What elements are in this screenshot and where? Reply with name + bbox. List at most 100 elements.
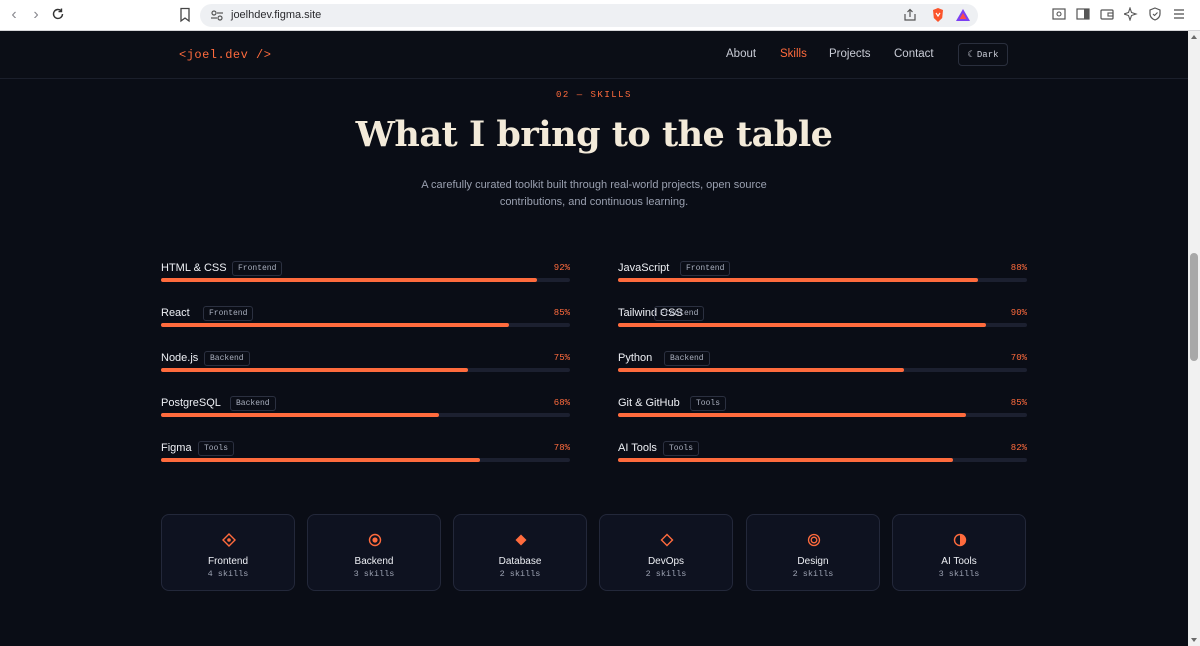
- category-name: AI Tools: [941, 556, 977, 567]
- skill-name: Python: [618, 352, 653, 364]
- diamond-outline-icon: [657, 533, 677, 547]
- category-card[interactable]: AI Tools 3 skills: [892, 514, 1026, 591]
- category-count: 2 skills: [792, 569, 834, 579]
- bullseye-icon: [804, 533, 824, 547]
- page-scrollbar[interactable]: [1188, 31, 1200, 646]
- category-card[interactable]: Frontend 4 skills: [161, 514, 295, 591]
- skill-category-tag: Frontend: [680, 261, 731, 276]
- skill-percent: 85%: [553, 308, 570, 318]
- category-name: Design: [797, 556, 829, 567]
- category-count: 4 skills: [207, 569, 249, 579]
- skill-category-tag: Frontend: [654, 306, 705, 321]
- category-card[interactable]: Design 2 skills: [746, 514, 880, 591]
- skill-category-tag: Tools: [690, 396, 727, 411]
- skill-percent: 75%: [553, 353, 570, 363]
- half-circle-icon: [950, 533, 970, 547]
- site-info-icon[interactable]: [210, 9, 224, 22]
- skill-percent: 85%: [1010, 398, 1027, 408]
- nav-projects[interactable]: Projects: [829, 48, 871, 60]
- category-count: 2 skills: [645, 569, 687, 579]
- category-card[interactable]: DevOps 2 skills: [599, 514, 733, 591]
- skill-progress-track: [161, 278, 570, 282]
- skill-progress-fill: [618, 368, 905, 372]
- skill-progress-fill: [161, 278, 538, 282]
- skill-name: HTML & CSS: [161, 262, 227, 274]
- moon-icon: ☾: [967, 49, 973, 60]
- skill-item: Figma Tools 78%: [161, 441, 570, 476]
- skill-item: PostgreSQL Backend 68%: [161, 396, 570, 431]
- section-eyebrow: 02 — SKILLS: [556, 90, 632, 100]
- skill-item: React Frontend 85%: [161, 306, 570, 341]
- skill-category-tag: Backend: [230, 396, 276, 411]
- skill-percent: 78%: [553, 443, 570, 453]
- scrollbar-thumb[interactable]: [1190, 253, 1198, 361]
- toolbar-icons: [1052, 6, 1186, 22]
- rewards-icon[interactable]: [955, 8, 971, 22]
- sidebar-icon[interactable]: [1076, 7, 1090, 21]
- skill-percent: 68%: [553, 398, 570, 408]
- category-count: 3 skills: [353, 569, 395, 579]
- scroll-down-icon[interactable]: [1191, 638, 1197, 642]
- nav-about[interactable]: About: [726, 48, 756, 60]
- vpn-shield-icon[interactable]: [1148, 7, 1162, 21]
- category-name: Backend: [354, 556, 394, 567]
- skill-progress-fill: [618, 413, 966, 417]
- category-card[interactable]: Backend 3 skills: [307, 514, 441, 591]
- bookmark-icon[interactable]: [179, 7, 191, 23]
- skill-percent: 90%: [1010, 308, 1027, 318]
- skill-name: AI Tools: [618, 442, 657, 454]
- nav-contact[interactable]: Contact: [894, 48, 934, 60]
- share-icon[interactable]: [903, 8, 917, 22]
- skill-progress-fill: [618, 278, 978, 282]
- category-name: DevOps: [647, 556, 685, 567]
- category-name: Frontend: [207, 556, 249, 567]
- skill-percent: 82%: [1010, 443, 1027, 453]
- reload-icon[interactable]: [50, 7, 66, 23]
- menu-icon[interactable]: [1172, 7, 1186, 21]
- wallet-icon[interactable]: [1100, 7, 1114, 21]
- skill-category-tag: Frontend: [232, 261, 283, 276]
- back-icon[interactable]: ‹: [6, 7, 22, 23]
- target-icon: [365, 533, 385, 547]
- skill-name: Git & GitHub: [618, 397, 680, 409]
- skill-percent: 70%: [1010, 353, 1027, 363]
- url-text[interactable]: joelhdev.figma.site: [231, 9, 321, 21]
- category-card[interactable]: Database 2 skills: [453, 514, 587, 591]
- skill-progress-track: [161, 413, 570, 417]
- skill-percent: 88%: [1010, 263, 1027, 273]
- section-subtitle: A carefully curated toolkit built throug…: [421, 179, 767, 208]
- category-count: 3 skills: [938, 569, 980, 579]
- site-logo[interactable]: <joel.dev />: [179, 48, 271, 62]
- skill-item: Node.js Backend 75%: [161, 351, 570, 386]
- skill-progress-track: [618, 458, 1027, 462]
- skill-name: PostgreSQL: [161, 397, 221, 409]
- address-bar[interactable]: joelhdev.figma.site: [200, 4, 978, 27]
- skill-item: AI Tools Tools 82%: [618, 441, 1027, 476]
- theme-toggle-button[interactable]: ☾ Dark: [958, 43, 1008, 66]
- skill-name: React: [161, 307, 190, 319]
- skill-progress-fill: [161, 458, 481, 462]
- skill-item: Tailwind CSS Frontend 90%: [618, 306, 1027, 341]
- forward-icon[interactable]: ›: [28, 7, 44, 23]
- skill-progress-track: [618, 278, 1027, 282]
- skill-category-tag: Backend: [204, 351, 250, 366]
- skill-category-tag: Tools: [663, 441, 700, 456]
- category-name: Database: [498, 556, 542, 567]
- leo-ai-icon[interactable]: [1122, 6, 1138, 22]
- skill-progress-track: [618, 368, 1027, 372]
- skill-category-tag: Backend: [664, 351, 710, 366]
- brave-shield-icon[interactable]: [931, 7, 945, 23]
- skill-name: Node.js: [161, 352, 199, 364]
- scroll-up-icon[interactable]: [1191, 35, 1197, 39]
- skill-category-tag: Frontend: [203, 306, 254, 321]
- skill-item: JavaScript Frontend 88%: [618, 261, 1027, 296]
- skill-progress-fill: [618, 323, 987, 327]
- screenshot-icon[interactable]: [1052, 7, 1066, 21]
- skill-category-tag: Tools: [198, 441, 235, 456]
- skill-progress-track: [618, 413, 1027, 417]
- skill-progress-track: [161, 458, 570, 462]
- nav-skills[interactable]: Skills: [780, 48, 807, 60]
- skill-item: Git & GitHub Tools 85%: [618, 396, 1027, 431]
- browser-toolbar: ‹ › joelhdev.figma.site: [0, 0, 1200, 31]
- diamond-icon: [511, 533, 531, 547]
